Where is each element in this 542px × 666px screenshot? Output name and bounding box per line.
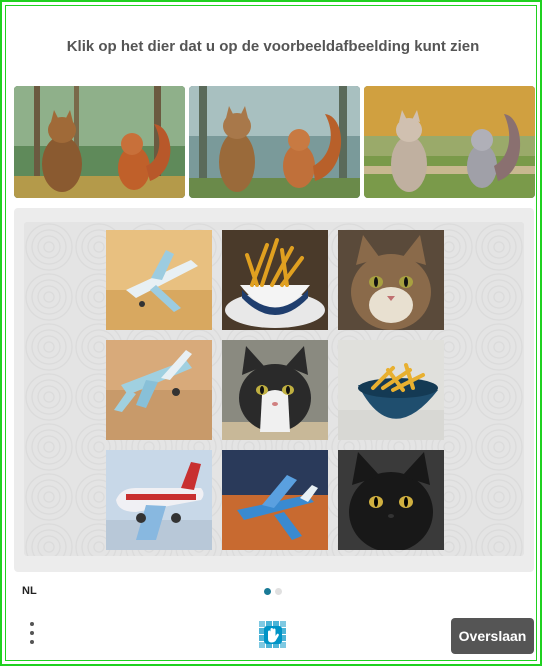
challenge-tile-5[interactable]: [222, 340, 328, 440]
cat-and-squirrel-park-image: [364, 86, 535, 198]
toy-airplane-image: [106, 450, 212, 550]
menu-dot-icon: [30, 631, 34, 635]
page-dot-active: [264, 588, 271, 595]
french-fries-image: [222, 230, 328, 330]
skip-button[interactable]: Overslaan: [451, 618, 534, 654]
challenge-tile-4[interactable]: [106, 340, 212, 440]
cat-and-squirrel-forest-image: [189, 86, 360, 198]
menu-dot-icon: [30, 622, 34, 626]
cat-and-squirrel-forest-image: [14, 86, 185, 198]
toy-airplane-image: [106, 340, 212, 440]
challenge-tile-9[interactable]: [338, 450, 444, 550]
black-cat-image: [338, 450, 444, 550]
challenge-area: [14, 208, 534, 572]
challenge-prompt: Klik op het dier dat u op de voorbeeldaf…: [66, 38, 480, 55]
example-image-1: [14, 86, 185, 198]
menu-dot-icon: [30, 640, 34, 644]
challenge-tile-6[interactable]: [338, 340, 444, 440]
challenge-tile-7[interactable]: [106, 450, 212, 550]
example-image-2: [189, 86, 360, 198]
page-dot-inactive: [275, 588, 282, 595]
tuxedo-cat-image: [222, 340, 328, 440]
tabby-cat-image: [338, 230, 444, 330]
challenge-tile-1[interactable]: [106, 230, 212, 330]
hcaptcha-logo-icon: [256, 618, 290, 652]
example-images: [14, 86, 535, 198]
language-selector[interactable]: NL: [22, 585, 37, 597]
example-image-3: [364, 86, 535, 198]
menu-button[interactable]: [24, 622, 40, 650]
challenge-tile-8[interactable]: [222, 450, 328, 550]
challenge-tile-2[interactable]: [222, 230, 328, 330]
captcha-frame: Klik op het dier dat u op de voorbeeldaf…: [0, 0, 542, 666]
challenge-tile-3[interactable]: [338, 230, 444, 330]
french-fries-image: [338, 340, 444, 440]
toy-airplane-image: [106, 230, 212, 330]
toy-airplane-image: [222, 450, 328, 550]
